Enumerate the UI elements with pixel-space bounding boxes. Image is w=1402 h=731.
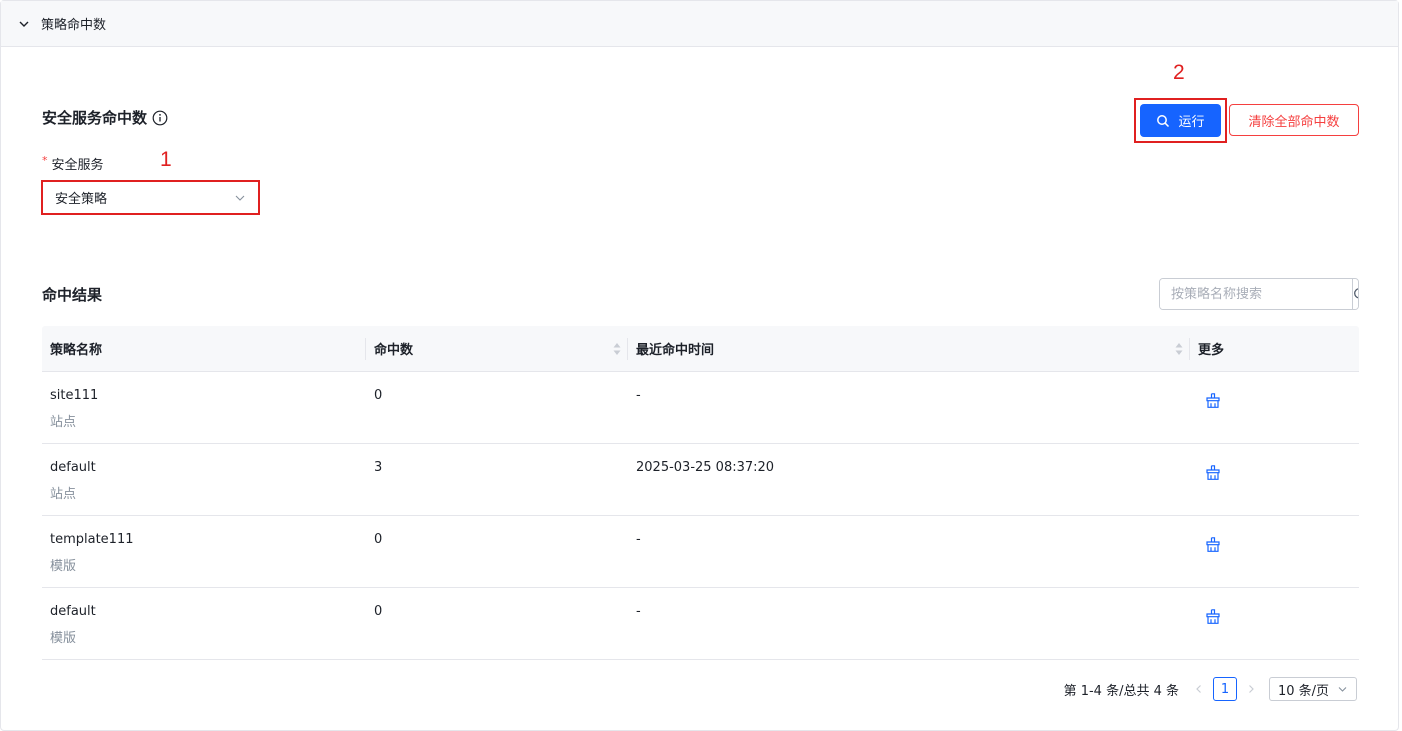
run-button-label: 运行	[1178, 114, 1205, 129]
page-size-value: 10 条/页	[1278, 683, 1330, 699]
last-hit-time-cell: -	[636, 388, 641, 403]
policy-search-input[interactable]	[1160, 279, 1352, 309]
panel-header[interactable]: 策略命中数	[1, 1, 1398, 47]
page-size-select[interactable]: 10 条/页	[1269, 677, 1357, 701]
results-table: 策略名称 命中数 最近命中时间 更多 site111 站点 0 - defaul…	[42, 326, 1359, 660]
policy-type: 模版	[50, 559, 77, 574]
sort-icon[interactable]	[1175, 342, 1183, 356]
clear-all-hits-button[interactable]: 清除全部命中数	[1229, 104, 1359, 136]
table-row: site111 站点 0 -	[42, 372, 1359, 444]
section-title-text: 安全服务命中数	[42, 109, 148, 127]
policy-name-cell: template111 模版	[42, 516, 366, 587]
service-select-value: 安全策略	[55, 192, 108, 207]
panel-title: 策略命中数	[41, 18, 107, 33]
next-page-icon[interactable]	[1243, 681, 1259, 697]
chevron-down-icon[interactable]	[17, 17, 31, 31]
more-cell	[1190, 588, 1359, 659]
prev-page-icon[interactable]	[1191, 681, 1207, 697]
table-header: 策略名称 命中数 最近命中时间 更多	[42, 326, 1359, 372]
policy-type: 站点	[50, 415, 77, 430]
column-label: 策略名称	[50, 343, 103, 358]
chevron-down-icon	[234, 192, 246, 204]
table-row: default 站点 3 2025-03-25 08:37:20	[42, 444, 1359, 516]
policy-name: template111	[50, 532, 134, 547]
policy-name: default	[50, 604, 96, 619]
info-icon[interactable]	[152, 110, 168, 126]
clear-hits-brush-icon[interactable]	[1204, 536, 1222, 554]
pagination-summary: 第 1-4 条/总共 4 条	[1063, 683, 1179, 699]
policy-name-cell: site111 站点	[42, 372, 366, 443]
policy-name: site111	[50, 388, 99, 403]
service-label-text: 安全服务	[51, 158, 104, 173]
policy-hits-panel: 策略命中数 安全服务命中数 2 1 运行 清除全部命中数 *安全服务 安全策略	[0, 0, 1399, 731]
required-mark: *	[42, 154, 48, 167]
hits-cell: 3	[374, 460, 383, 475]
service-select-highlight: 安全策略	[41, 180, 260, 215]
column-header-last-hit-time[interactable]: 最近命中时间	[628, 326, 1190, 371]
run-button-highlight: 运行	[1134, 98, 1227, 143]
service-field-label: * 安全服务	[42, 154, 104, 173]
annotation-1: 1	[160, 148, 172, 171]
pagination: 第 1-4 条/总共 4 条 1 10 条/页	[1064, 677, 1357, 701]
hits-cell: 0	[374, 532, 383, 547]
column-label: 更多	[1198, 343, 1225, 358]
clear-hits-brush-icon[interactable]	[1204, 608, 1222, 626]
run-button[interactable]: 运行	[1140, 104, 1221, 137]
table-row: template111 模版 0 -	[42, 516, 1359, 588]
column-label: 命中数	[374, 343, 414, 358]
last-hit-time-cell: -	[636, 532, 641, 547]
hits-cell: 0	[374, 604, 383, 619]
column-header-hits[interactable]: 命中数	[366, 326, 628, 371]
sort-icon[interactable]	[613, 342, 621, 356]
policy-type: 站点	[50, 487, 77, 502]
more-cell	[1190, 516, 1359, 587]
page-button-current[interactable]: 1	[1213, 677, 1237, 701]
clear-hits-brush-icon[interactable]	[1204, 464, 1222, 482]
last-hit-time-cell: 2025-03-25 08:37:20	[636, 460, 775, 475]
service-select[interactable]: 安全策略	[45, 184, 256, 211]
chevron-down-icon	[1337, 684, 1348, 695]
more-cell	[1190, 444, 1359, 515]
policy-name-cell: default 模版	[42, 588, 366, 659]
search-button[interactable]	[1352, 279, 1358, 309]
section-title: 安全服务命中数	[42, 107, 168, 128]
search-icon	[1353, 287, 1358, 302]
annotation-2: 2	[1173, 61, 1185, 84]
policy-name: default	[50, 460, 96, 475]
search-icon	[1156, 114, 1170, 128]
policy-type: 模版	[50, 631, 77, 646]
column-header-more: 更多	[1190, 326, 1359, 371]
last-hit-time-cell: -	[636, 604, 641, 619]
results-title: 命中结果	[42, 286, 103, 304]
column-label: 最近命中时间	[636, 343, 715, 358]
hits-cell: 0	[374, 388, 383, 403]
clear-hits-brush-icon[interactable]	[1204, 392, 1222, 410]
policy-name-cell: default 站点	[42, 444, 366, 515]
more-cell	[1190, 372, 1359, 443]
policy-search	[1159, 278, 1359, 310]
column-header-policy-name: 策略名称	[42, 326, 366, 371]
table-row: default 模版 0 -	[42, 588, 1359, 660]
